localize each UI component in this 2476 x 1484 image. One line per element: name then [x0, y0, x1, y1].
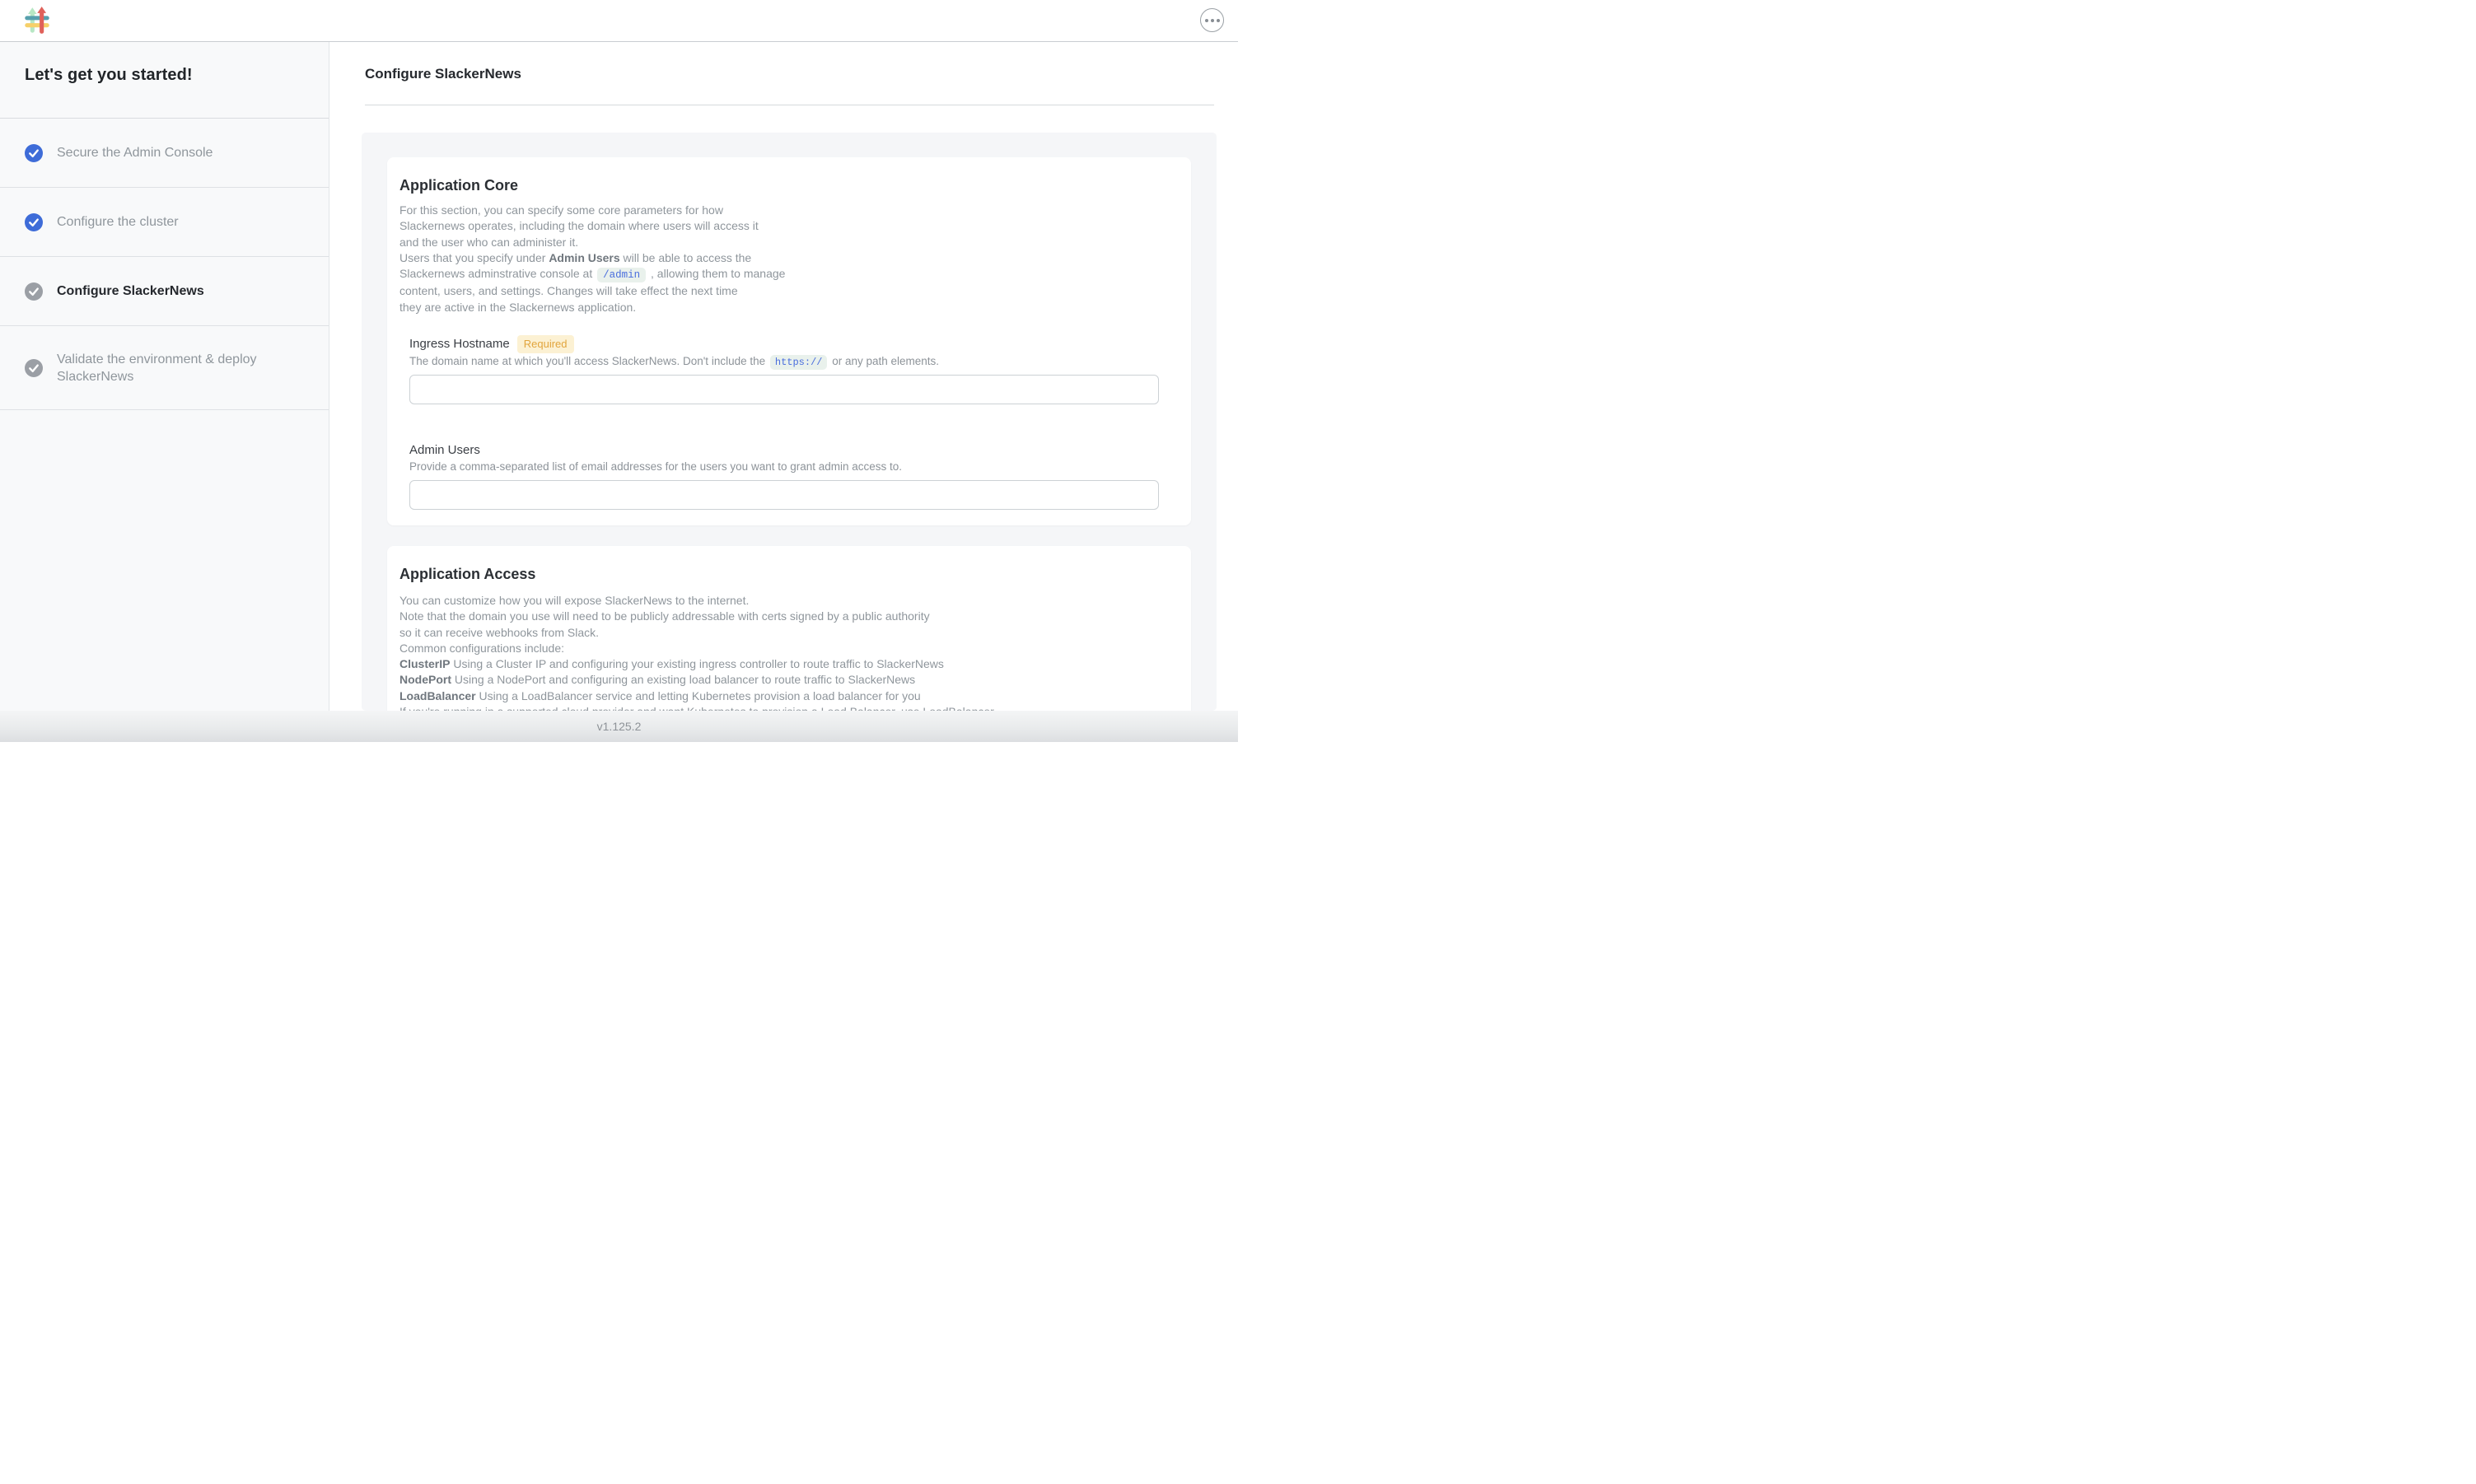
sidebar-step-configure-slackernews[interactable]: Configure SlackerNews	[0, 257, 329, 326]
section-title: Application Access	[399, 564, 1169, 584]
section-description: For this section, you can specify some c…	[399, 203, 1169, 315]
page-title: Configure SlackerNews	[365, 64, 1238, 83]
setup-steps-sidebar: Let's get you started! Secure the Admin …	[0, 42, 329, 711]
setup-wizard-window: Let's get you started! Secure the Admin …	[0, 0, 1238, 742]
field-label: Admin Users	[409, 442, 480, 459]
step-label: Secure the Admin Console	[57, 144, 213, 161]
slackernews-logo-icon	[23, 7, 51, 35]
section-title: Application Core	[399, 175, 1169, 195]
field-ingress-hostname: Ingress Hostname Required The domain nam…	[409, 335, 1159, 404]
section-application-core: Application Core For this section, you c…	[387, 157, 1191, 525]
check-circle-icon	[25, 359, 43, 377]
overflow-menu-button[interactable]	[1200, 8, 1224, 32]
ellipsis-icon	[1205, 19, 1208, 22]
footer-bar: v1.125.2	[0, 711, 1238, 742]
required-badge: Required	[517, 335, 574, 353]
ingress-hostname-input[interactable]	[409, 375, 1159, 404]
field-help-text: The domain name at which you'll access S…	[409, 354, 1159, 370]
sidebar-title: Let's get you started!	[0, 63, 329, 86]
section-application-access: Application Access You can customize how…	[387, 546, 1191, 711]
admin-users-input[interactable]	[409, 480, 1159, 510]
app-version: v1.125.2	[597, 720, 642, 733]
sidebar-step-validate-deploy[interactable]: Validate the environment & deploy Slacke…	[0, 326, 329, 410]
main-content: Configure SlackerNews Application Core F…	[329, 42, 1238, 711]
config-panel: Application Core For this section, you c…	[362, 133, 1217, 711]
field-label: Ingress Hostname	[409, 336, 510, 352]
step-label: Configure SlackerNews	[57, 282, 204, 300]
sidebar-step-configure-cluster[interactable]: Configure the cluster	[0, 188, 329, 257]
step-label: Validate the environment & deploy Slacke…	[57, 351, 304, 385]
sidebar-step-secure-admin-console[interactable]: Secure the Admin Console	[0, 119, 329, 188]
section-description: You can customize how you will expose Sl…	[399, 593, 1169, 711]
top-bar	[0, 0, 1238, 42]
step-label: Configure the cluster	[57, 213, 179, 231]
check-circle-icon	[25, 282, 43, 301]
field-help-text: Provide a comma-separated list of email …	[409, 460, 1159, 474]
check-circle-icon	[25, 144, 43, 162]
check-circle-icon	[25, 213, 43, 231]
field-admin-users: Admin Users Provide a comma-separated li…	[409, 442, 1159, 510]
